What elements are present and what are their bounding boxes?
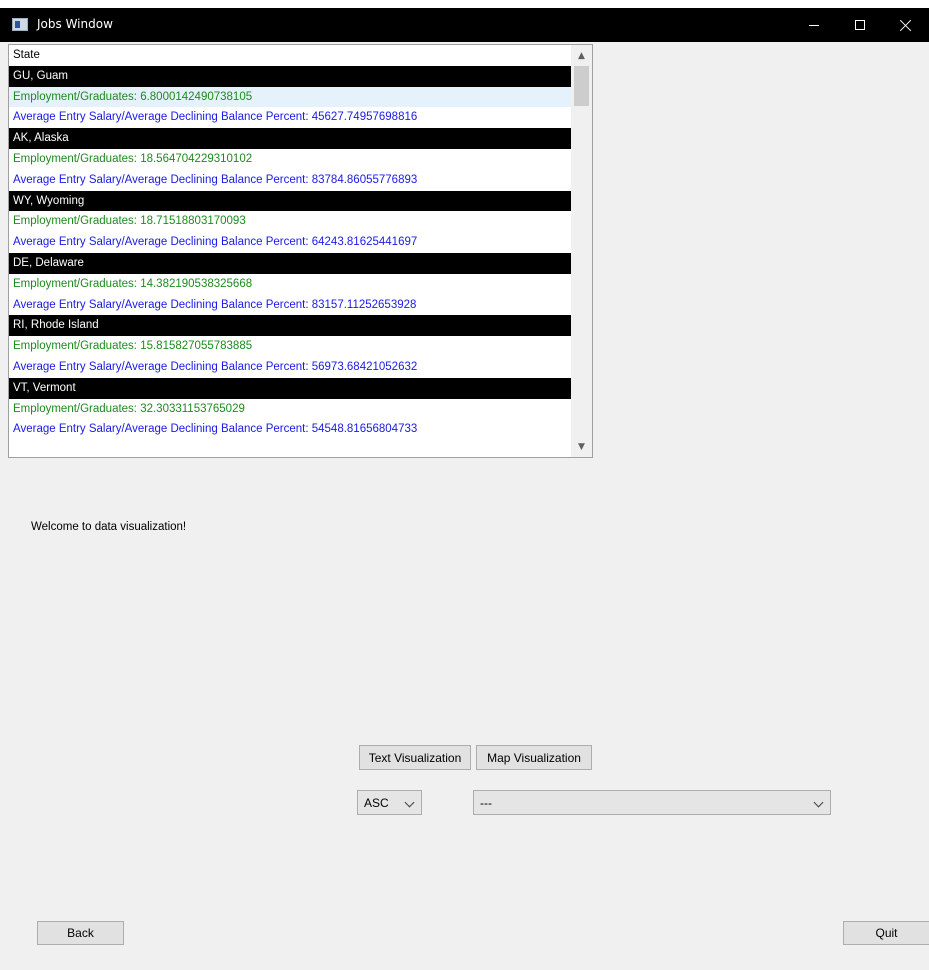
list-column-header: State: [9, 45, 571, 66]
list-item-state[interactable]: DE, Delaware: [9, 252, 571, 274]
welcome-message: Welcome to data visualization!: [31, 521, 187, 533]
quit-button[interactable]: Quit: [843, 921, 929, 945]
window-title: Jobs Window: [37, 17, 113, 31]
close-icon: [900, 19, 912, 31]
close-button[interactable]: [883, 8, 929, 42]
listbox-scrollbar[interactable]: ▲ ▼: [571, 45, 592, 457]
list-item-employment[interactable]: Employment/Graduates: 18.564704229310102: [9, 149, 571, 170]
field-select[interactable]: ---: [473, 790, 831, 815]
maximize-icon: [855, 20, 865, 30]
title-bar[interactable]: Jobs Window: [0, 8, 929, 42]
list-item-employment[interactable]: Employment/Graduates: 32.30331153765029: [9, 399, 571, 420]
list-item-state[interactable]: GU, Guam: [9, 65, 571, 87]
map-visualization-button[interactable]: Map Visualization: [476, 745, 592, 770]
list-item-state[interactable]: RI, Rhode Island: [9, 315, 571, 337]
list-item-salary[interactable]: Average Entry Salary/Average Declining B…: [9, 419, 571, 440]
list-item-salary[interactable]: Average Entry Salary/Average Declining B…: [9, 170, 571, 191]
chevron-down-icon: [813, 797, 824, 808]
jobs-window: Jobs Window State GU, Guam Employment/Gr…: [0, 8, 929, 970]
scroll-thumb[interactable]: [574, 66, 589, 106]
list-item-salary[interactable]: Average Entry Salary/Average Declining B…: [9, 357, 571, 378]
minimize-button[interactable]: [791, 8, 837, 42]
list-item-employment[interactable]: Employment/Graduates: 14.382190538325668: [9, 274, 571, 295]
list-item-employment[interactable]: Employment/Graduates: 18.71518803170093: [9, 211, 571, 232]
back-button[interactable]: Back: [37, 921, 124, 945]
list-item-employment[interactable]: Employment/Graduates: 15.815827055783885: [9, 336, 571, 357]
scroll-down-arrow-icon[interactable]: ▼: [571, 436, 592, 457]
sort-order-select[interactable]: ASC: [357, 790, 422, 815]
app-window-icon: [12, 18, 28, 31]
maximize-button[interactable]: [837, 8, 883, 42]
scroll-up-arrow-icon[interactable]: ▲: [571, 45, 592, 66]
list-item-state[interactable]: VT, Vermont: [9, 377, 571, 399]
list-item-salary[interactable]: Average Entry Salary/Average Declining B…: [9, 295, 571, 316]
chevron-down-icon: [404, 797, 415, 808]
list-item-state[interactable]: AK, Alaska: [9, 128, 571, 149]
listbox-content: State GU, Guam Employment/Graduates: 6.8…: [9, 45, 571, 440]
text-visualization-button[interactable]: Text Visualization: [359, 745, 471, 770]
state-listbox[interactable]: State GU, Guam Employment/Graduates: 6.8…: [8, 44, 593, 458]
sort-order-value: ASC: [364, 796, 389, 810]
list-item-employment[interactable]: Employment/Graduates: 6.8000142490738105: [9, 86, 571, 108]
list-item-state[interactable]: WY, Wyoming: [9, 190, 571, 212]
minimize-icon: [809, 24, 819, 26]
list-item-salary[interactable]: Average Entry Salary/Average Declining B…: [9, 107, 571, 128]
field-select-value: ---: [480, 796, 492, 810]
list-item-salary[interactable]: Average Entry Salary/Average Declining B…: [9, 232, 571, 253]
